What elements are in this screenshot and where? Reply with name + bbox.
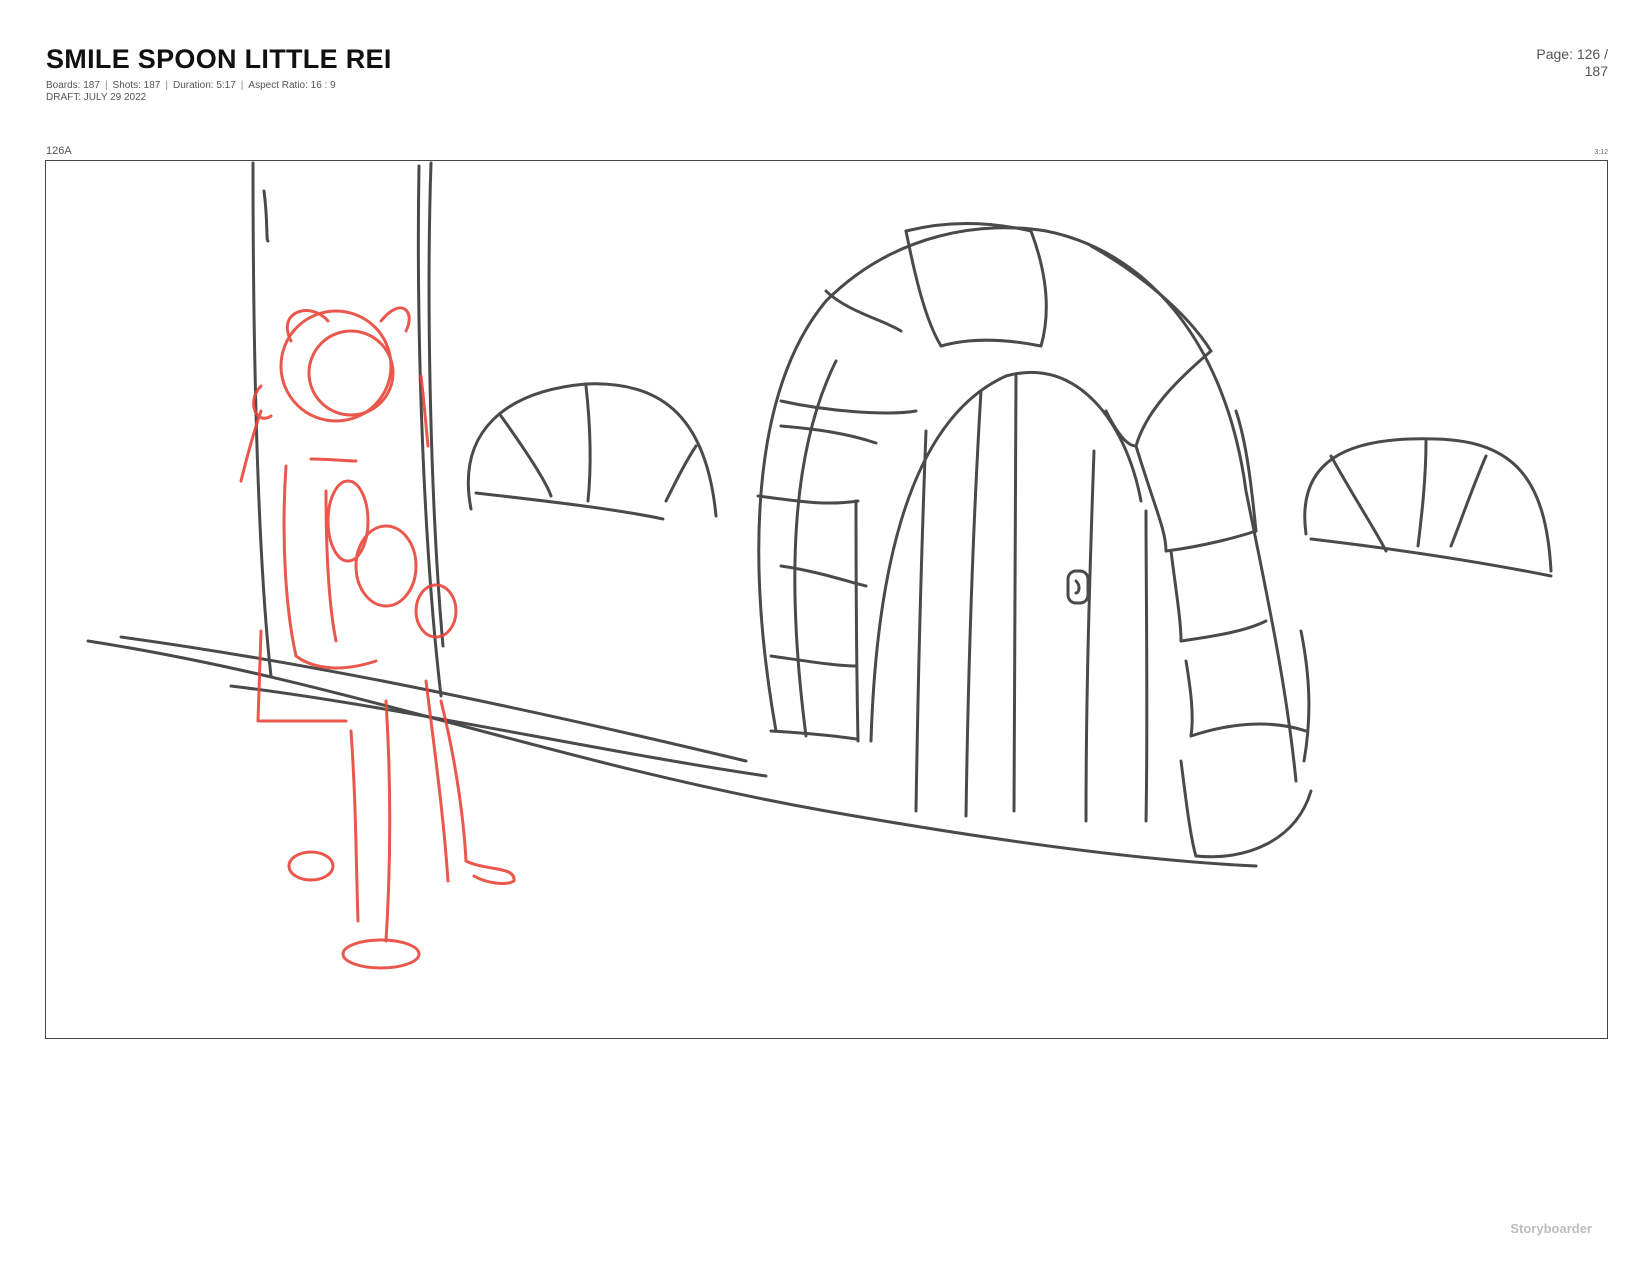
character-sketch xyxy=(239,306,516,970)
stats-line: Boards: 187 | Shots: 187 | Duration: 5:17 | As… xyxy=(46,80,336,91)
page-label: Page: 126 / xyxy=(1536,46,1608,62)
page-number: Page: 126 / 187 xyxy=(1536,46,1608,80)
storyboard-title: SMILE SPOON LITTLE REI xyxy=(46,44,392,74)
storyboarder-brand: Storyboarder xyxy=(1510,1221,1592,1236)
duration-total: Duration: 5:17 xyxy=(172,80,236,91)
aspect-ratio: Aspect Ratio: 16 : 9 xyxy=(248,80,336,91)
sketch-drawing xyxy=(86,161,1553,970)
board-duration: 3:12 xyxy=(1594,149,1608,156)
shots-count: Shots: 187 xyxy=(112,80,161,91)
boards-count: Boards: 187 xyxy=(46,80,100,91)
page-total: 187 xyxy=(1584,63,1608,79)
storyboard-panel xyxy=(45,160,1608,1039)
draft-date: DRAFT: JULY 29 2022 xyxy=(46,92,147,103)
storyboard-meta: Boards: 187 | Shots: 187 | Duration: 5:17 | As… xyxy=(46,80,336,104)
board-id: 126A xyxy=(46,145,72,157)
background-sketch xyxy=(86,161,1553,868)
